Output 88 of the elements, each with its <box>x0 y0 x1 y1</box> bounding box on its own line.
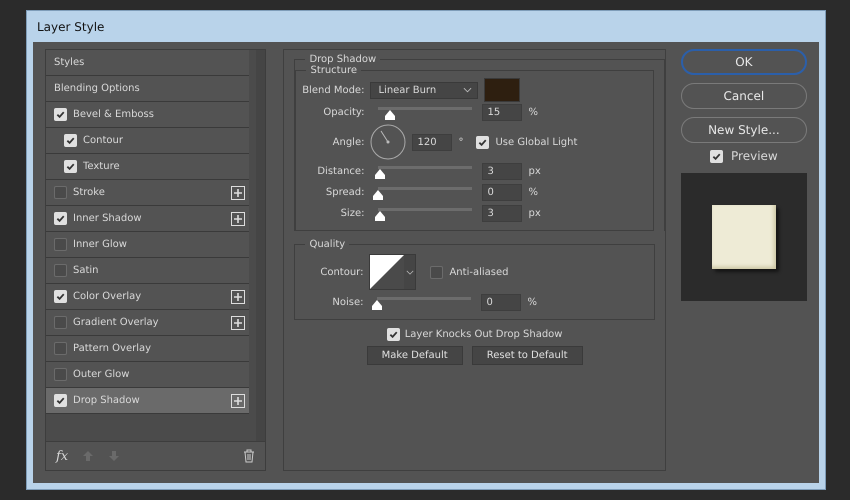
style-label: Gradient Overlay <box>73 317 160 328</box>
field-label: Spread: <box>324 187 364 198</box>
add-icon[interactable] <box>231 316 246 330</box>
style-list-item[interactable]: Blending Options <box>46 76 250 102</box>
style-label: Contour <box>83 135 124 146</box>
style-label: Satin <box>73 265 100 276</box>
checkbox-label: Anti-aliased <box>449 266 508 278</box>
style-list-item[interactable]: Texture <box>46 154 250 180</box>
style-list-item[interactable]: Outer Glow <box>46 362 250 388</box>
preview-tile <box>712 205 776 269</box>
style-list-item[interactable]: Pattern Overlay <box>46 336 250 362</box>
number-field[interactable]: 3 <box>482 205 522 222</box>
number-field[interactable]: 15 <box>482 104 522 121</box>
field-label: Noise: <box>331 297 364 308</box>
field-label: Contour: <box>319 266 364 278</box>
checkbox[interactable] <box>430 266 444 278</box>
checkbox-label: Preview <box>731 149 778 163</box>
add-icon[interactable] <box>231 212 246 226</box>
slider-thumb[interactable] <box>372 189 384 201</box>
style-label: Pattern Overlay <box>73 343 152 354</box>
style-label: Outer Glow <box>73 369 130 380</box>
trash-icon[interactable] <box>243 449 256 463</box>
style-list-item[interactable]: Inner Glow <box>46 232 250 258</box>
contour-curve-icon <box>370 255 404 289</box>
default-button[interactable]: Reset to Default <box>472 346 583 365</box>
style-label: Styles <box>54 57 86 68</box>
style-list-item[interactable]: Styles <box>46 50 250 76</box>
blend-mode-dropdown[interactable]: Linear Burn <box>370 82 478 98</box>
style-label: Drop Shadow <box>73 395 141 406</box>
checkbox[interactable] <box>54 316 67 329</box>
style-label: Stroke <box>73 187 106 198</box>
style-label: Bevel & Emboss <box>73 109 155 120</box>
dialog-button[interactable]: OK <box>680 49 807 75</box>
style-label: Inner Shadow <box>73 213 143 224</box>
angle-dial-icon[interactable] <box>370 124 406 160</box>
add-icon[interactable] <box>231 290 246 304</box>
group-title: Quality <box>308 239 346 250</box>
number-field[interactable]: 0 <box>482 184 522 201</box>
field-label: Opacity: <box>322 107 364 118</box>
add-icon[interactable] <box>231 186 246 200</box>
dialog-button[interactable]: New Style... <box>680 117 807 143</box>
default-button[interactable]: Make Default <box>366 346 463 365</box>
number-field[interactable]: 3 <box>482 163 522 180</box>
checkbox[interactable] <box>54 368 67 381</box>
window-title: Layer Style <box>37 20 104 34</box>
chevron-down-icon <box>406 270 414 274</box>
unit-label: px <box>528 208 542 219</box>
dialog-button[interactable]: Cancel <box>680 83 807 109</box>
checkbox-label: Layer Knocks Out Drop Shadow <box>404 329 562 340</box>
add-icon[interactable] <box>231 394 246 408</box>
group-title: Drop Shadow <box>308 54 378 65</box>
slider-thumb[interactable] <box>371 299 384 311</box>
style-list-item[interactable]: Stroke <box>46 180 250 206</box>
color-swatch[interactable] <box>484 78 520 102</box>
checkbox-label: Use Global Light <box>495 136 578 148</box>
contour-picker[interactable] <box>369 254 416 290</box>
field-label: Distance: <box>316 166 364 177</box>
style-label: Inner Glow <box>73 239 128 250</box>
style-label: Texture <box>83 161 121 172</box>
number-field[interactable]: 120 <box>412 134 452 150</box>
slider-thumb[interactable] <box>374 168 386 180</box>
unit-label: px <box>528 166 542 177</box>
group-title: Structure <box>309 65 358 76</box>
unit-label: % <box>527 297 538 308</box>
unit-label: % <box>528 187 539 198</box>
style-label: Blending Options <box>54 83 141 94</box>
checkbox[interactable] <box>54 186 67 199</box>
unit-label: % <box>528 107 539 118</box>
number-field[interactable]: 0 <box>481 294 522 311</box>
field-label: Size: <box>340 208 364 219</box>
style-label: Color Overlay <box>73 291 142 302</box>
checkbox[interactable] <box>54 342 67 355</box>
style-list-item[interactable]: Drop Shadow <box>46 388 250 414</box>
style-list-item[interactable]: Color Overlay <box>46 284 250 310</box>
style-list-item[interactable]: Bevel & Emboss <box>46 102 250 128</box>
style-list-item[interactable]: Gradient Overlay <box>46 310 250 336</box>
style-list-item[interactable]: Satin <box>46 258 250 284</box>
field-label: Angle: <box>332 136 364 148</box>
checkbox[interactable] <box>54 238 67 251</box>
style-list-item[interactable]: Contour <box>46 128 250 154</box>
fx-button[interactable]: fx <box>56 448 68 464</box>
checkbox[interactable] <box>54 264 67 277</box>
chevron-down-icon <box>463 87 472 93</box>
slider-thumb[interactable] <box>384 109 396 121</box>
style-list-item[interactable]: Inner Shadow <box>46 206 250 232</box>
slider-thumb[interactable] <box>374 210 386 222</box>
field-label: Blend Mode: <box>301 84 364 96</box>
unit-label: ° <box>458 136 464 148</box>
